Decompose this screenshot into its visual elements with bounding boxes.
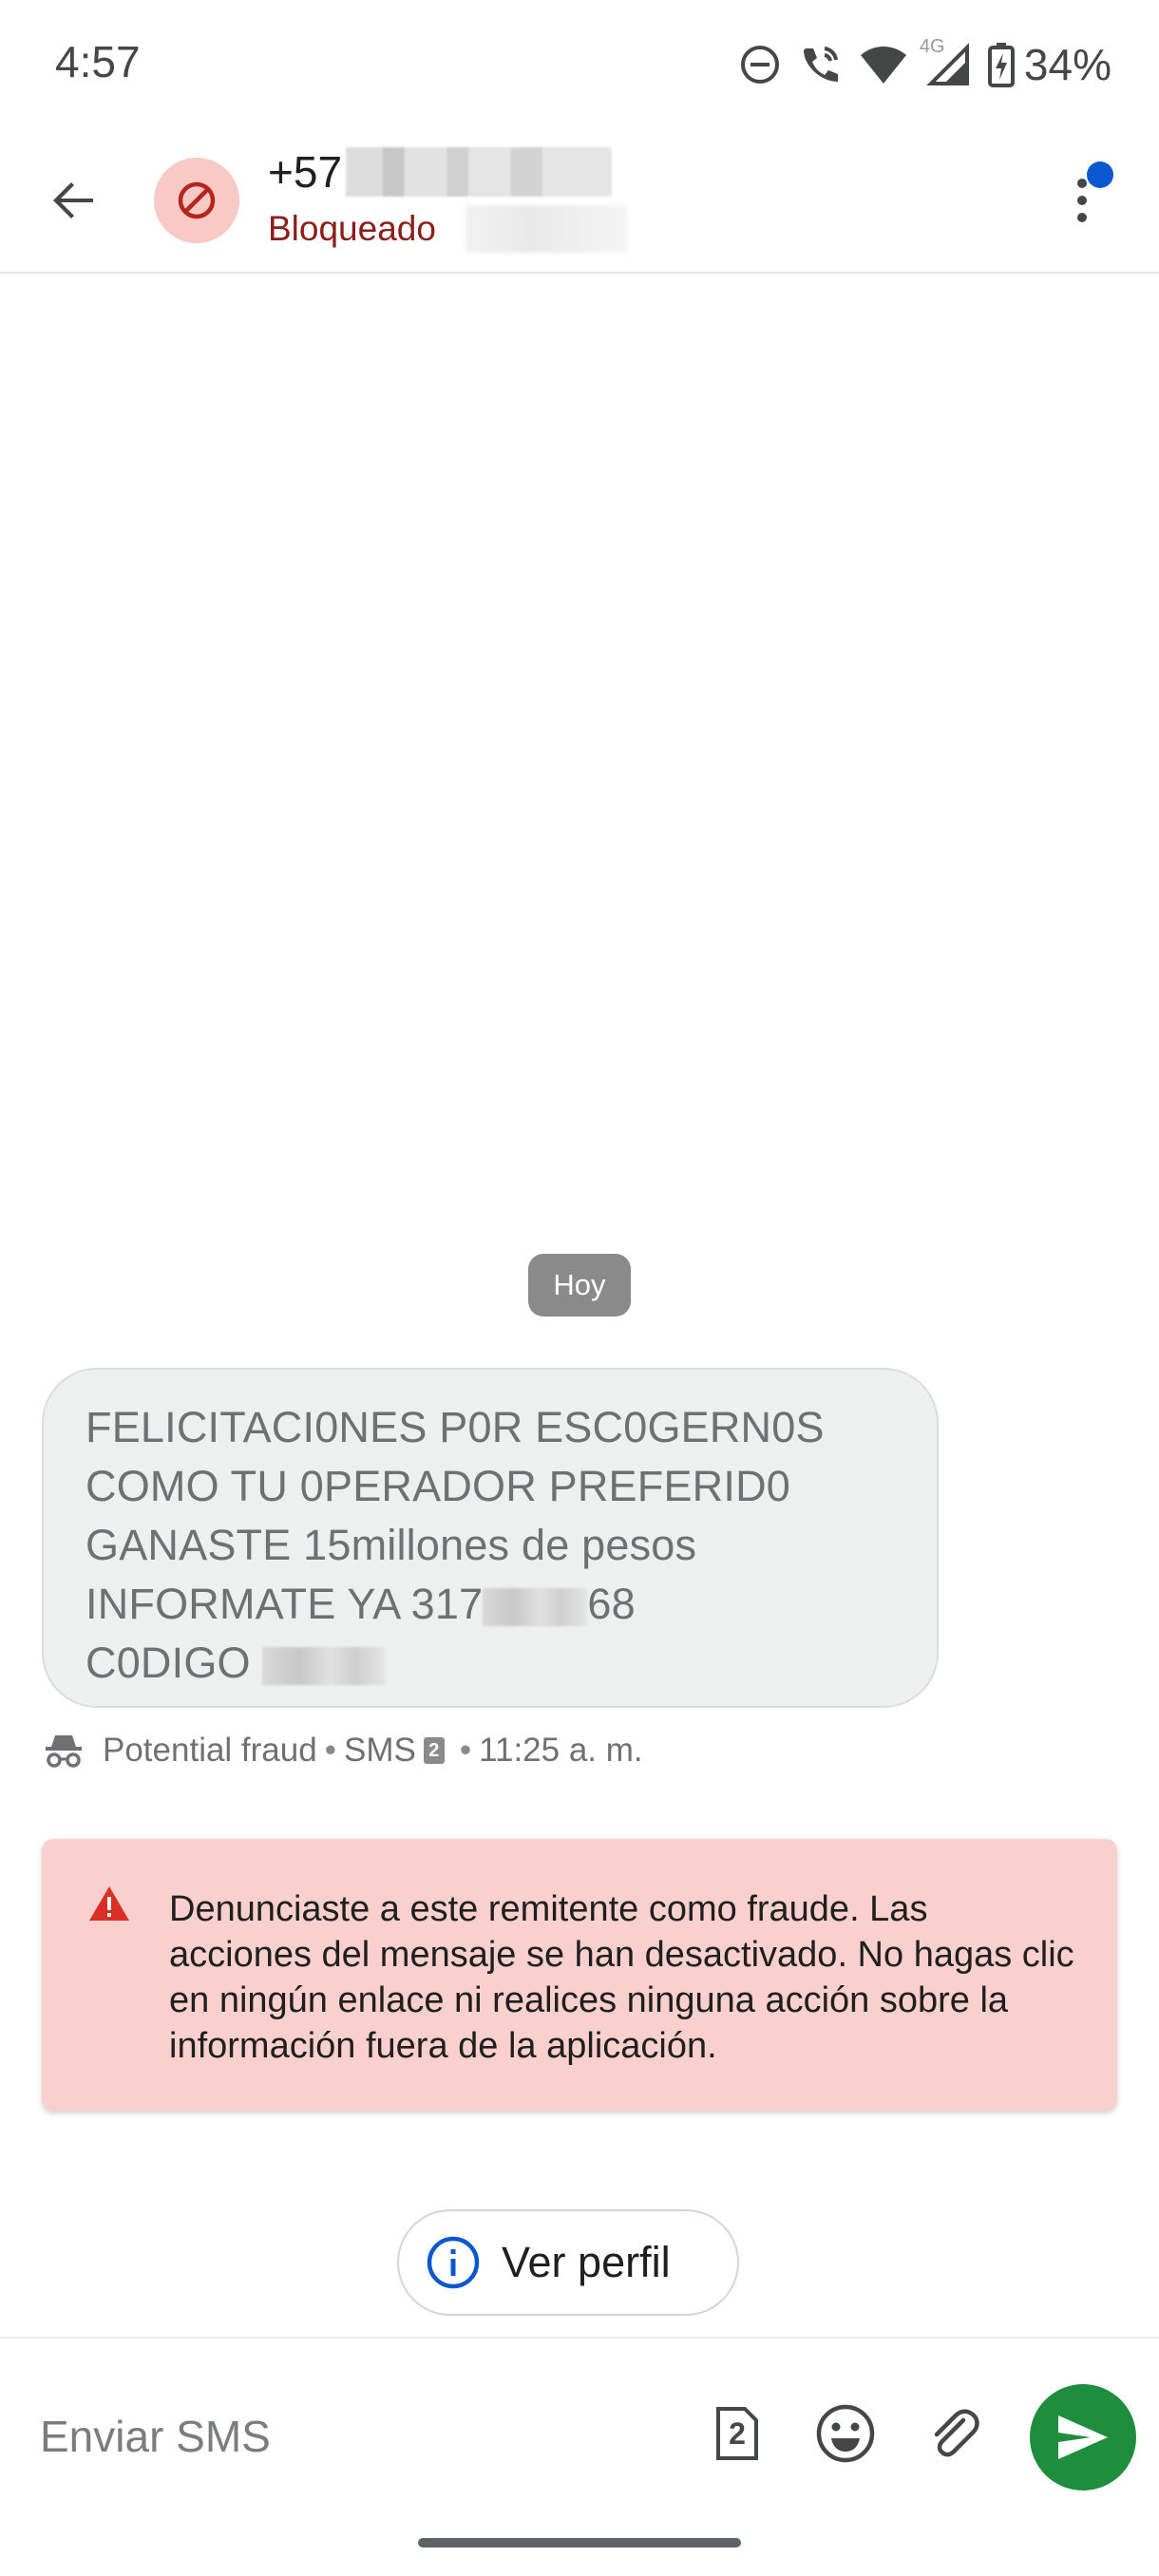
more-options-button[interactable]	[1045, 158, 1121, 243]
battery-percentage: 34%	[1023, 40, 1112, 89]
redacted-area	[466, 205, 627, 253]
blocked-icon	[178, 181, 216, 219]
wifi-calling-icon	[798, 43, 842, 86]
network-type: 4G	[919, 36, 945, 57]
fraud-label: Potential fraud	[103, 1732, 317, 1769]
emoji-button[interactable]	[806, 2394, 885, 2473]
wifi-icon	[859, 44, 908, 85]
sim-label: 2	[729, 2415, 746, 2451]
attach-button[interactable]	[914, 2394, 994, 2473]
contact-number-prefix: +57	[268, 147, 343, 197]
message-fragment: C0DIGO	[86, 1638, 251, 1687]
emoji-icon	[816, 2404, 875, 2463]
notification-dot	[1087, 161, 1113, 188]
message-fragment: INFORMATE YA 317	[86, 1580, 484, 1628]
view-profile-label: Ver perfil	[502, 2238, 671, 2286]
meta-separator: •	[459, 1732, 472, 1769]
sim-badge: 2	[423, 1737, 445, 1764]
warning-text: Denunciaste a este remitente como fraude…	[169, 1889, 1074, 2066]
back-arrow-icon	[53, 182, 93, 218]
send-icon	[1058, 2415, 1108, 2459]
message-meta: Potential fraud • SMS 2 • 11:25 a. m.	[44, 1727, 643, 1774]
sim-select-button[interactable]: 2	[697, 2394, 777, 2473]
do-not-disturb-icon	[739, 44, 781, 85]
message-text: FELICITACI0NES P0R ESC0GERN0S COMO TU 0P…	[86, 1398, 895, 1693]
message-line: INFORMATE YA 317 68	[86, 1575, 895, 1634]
contact-status: Bloqueado	[268, 209, 436, 248]
view-profile-button[interactable]: Ver perfil	[397, 2209, 739, 2316]
home-indicator[interactable]	[418, 2538, 741, 2548]
message-fragment: 68	[587, 1580, 636, 1628]
signal-icon: 4G	[920, 36, 971, 87]
status-bar: 4:57 4G 34%	[0, 0, 1159, 129]
status-icons: 4G 34%	[739, 36, 1112, 93]
contact-avatar[interactable]	[154, 158, 239, 243]
message-line: GANASTE 15millones de pesos	[86, 1521, 697, 1569]
attach-icon	[934, 2409, 979, 2457]
meta-separator: •	[324, 1732, 336, 1769]
date-divider: Hoy	[528, 1254, 631, 1316]
channel-label: SMS	[343, 1732, 416, 1769]
message-time: 11:25 a. m.	[479, 1732, 643, 1769]
incognito-icon	[46, 1735, 82, 1768]
warning-icon	[89, 1886, 129, 1921]
message-line: C0DIGO	[86, 1634, 895, 1693]
message-line: FELICITACI0NES P0R ESC0GERN0S	[86, 1403, 825, 1451]
info-icon	[427, 2236, 480, 2289]
compose-input[interactable]	[38, 2397, 650, 2475]
contact-number[interactable]: +57	[268, 146, 613, 198]
redacted-number	[346, 147, 613, 197]
compose-bar: 2	[0, 2337, 1159, 2529]
conversation-header: +57 Bloqueado	[0, 129, 1159, 274]
redacted-code	[262, 1647, 387, 1686]
back-button[interactable]	[38, 164, 110, 237]
send-button[interactable]	[1030, 2384, 1136, 2491]
status-time: 4:57	[55, 37, 141, 86]
message-line: COMO TU 0PERADOR PREFERID0	[86, 1462, 790, 1510]
fraud-warning-card: Denunciaste a este remitente como fraude…	[42, 1839, 1117, 2111]
redacted-phone	[483, 1588, 588, 1627]
message-bubble[interactable]: FELICITACI0NES P0R ESC0GERN0S COMO TU 0P…	[42, 1368, 939, 1708]
battery-charging-icon	[987, 42, 1015, 87]
